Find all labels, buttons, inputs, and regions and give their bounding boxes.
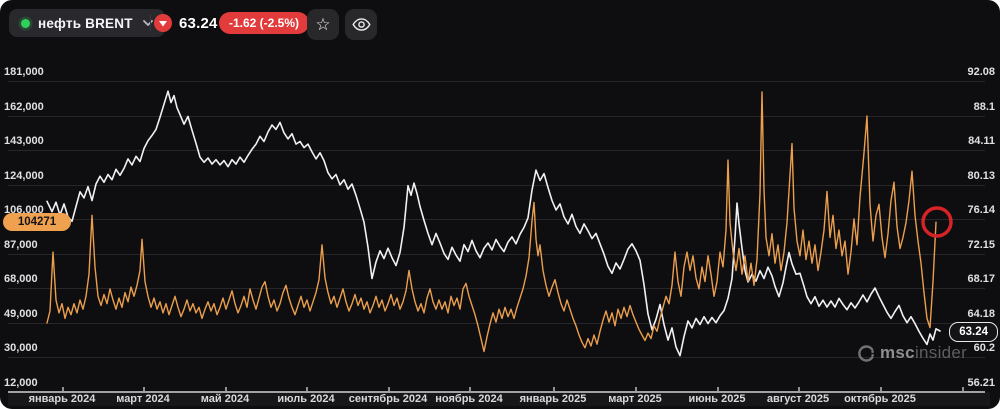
x-axis-label: июнь 2025 (688, 393, 746, 405)
favorite-button[interactable]: ☆ (307, 9, 339, 40)
x-axis-label: август 2025 (766, 393, 830, 405)
x-axis-label: январь 2024 (28, 393, 96, 405)
watch-button[interactable] (345, 9, 377, 40)
highlight-circle-annotation (921, 206, 953, 238)
x-axis-label: январь 2025 (519, 393, 587, 405)
price-down-icon (154, 14, 172, 32)
x-axis-tick (469, 387, 471, 391)
x-axis-tick (553, 387, 555, 391)
chart-area[interactable]: 181,000 92.08 162,000 88.1 143,000 84.11 124,0… (0, 0, 1000, 409)
series-line (46, 91, 937, 353)
x-axis-tick (880, 387, 882, 391)
instrument-selector[interactable]: нефть BRENT (9, 9, 165, 37)
x-axis-tick (962, 387, 964, 391)
chart-panel: нефть BRENT 63.24 -1.62 (-2.5%) ☆ 181,00… (0, 0, 1000, 409)
x-axis-tick (225, 387, 227, 391)
last-price: 63.24 (179, 14, 218, 32)
x-axis-label: май 2024 (200, 393, 250, 405)
x-axis-tick (62, 387, 64, 391)
x-axis-tick (798, 387, 800, 391)
x-axis-tick (717, 387, 719, 391)
toolbar: нефть BRENT 63.24 -1.62 (-2.5%) ☆ (0, 0, 1000, 48)
chevron-down-icon (142, 20, 153, 26)
x-axis-tick (306, 387, 308, 391)
x-axis-tick (388, 387, 390, 391)
x-axis-label: март 2025 (608, 393, 662, 405)
x-axis-label: ноябрь 2024 (435, 393, 503, 405)
x-axis-label: июль 2024 (277, 393, 335, 405)
x-axis-tick (635, 387, 637, 391)
price-change-badge: -1.62 (-2.5%) (219, 12, 310, 34)
right-axis-value-badge: 63.24 (949, 322, 998, 343)
status-dot-icon (21, 18, 30, 28)
x-axis-label: сентябрь 2024 (348, 393, 428, 405)
screenshot-stage: нефть BRENT 63.24 -1.62 (-2.5%) ☆ 181,00… (0, 0, 1000, 409)
price-series-plot (46, 90, 953, 357)
left-axis-value-badge: 104271 (3, 213, 71, 232)
eye-icon (351, 18, 371, 31)
toolbar-divider (150, 15, 151, 31)
x-axis-label: март 2024 (116, 393, 170, 405)
star-icon: ☆ (315, 14, 331, 34)
x-axis-label: октябрь 2025 (844, 393, 916, 405)
instrument-label: нефть BRENT (38, 15, 133, 31)
x-axis-tick (143, 387, 145, 391)
